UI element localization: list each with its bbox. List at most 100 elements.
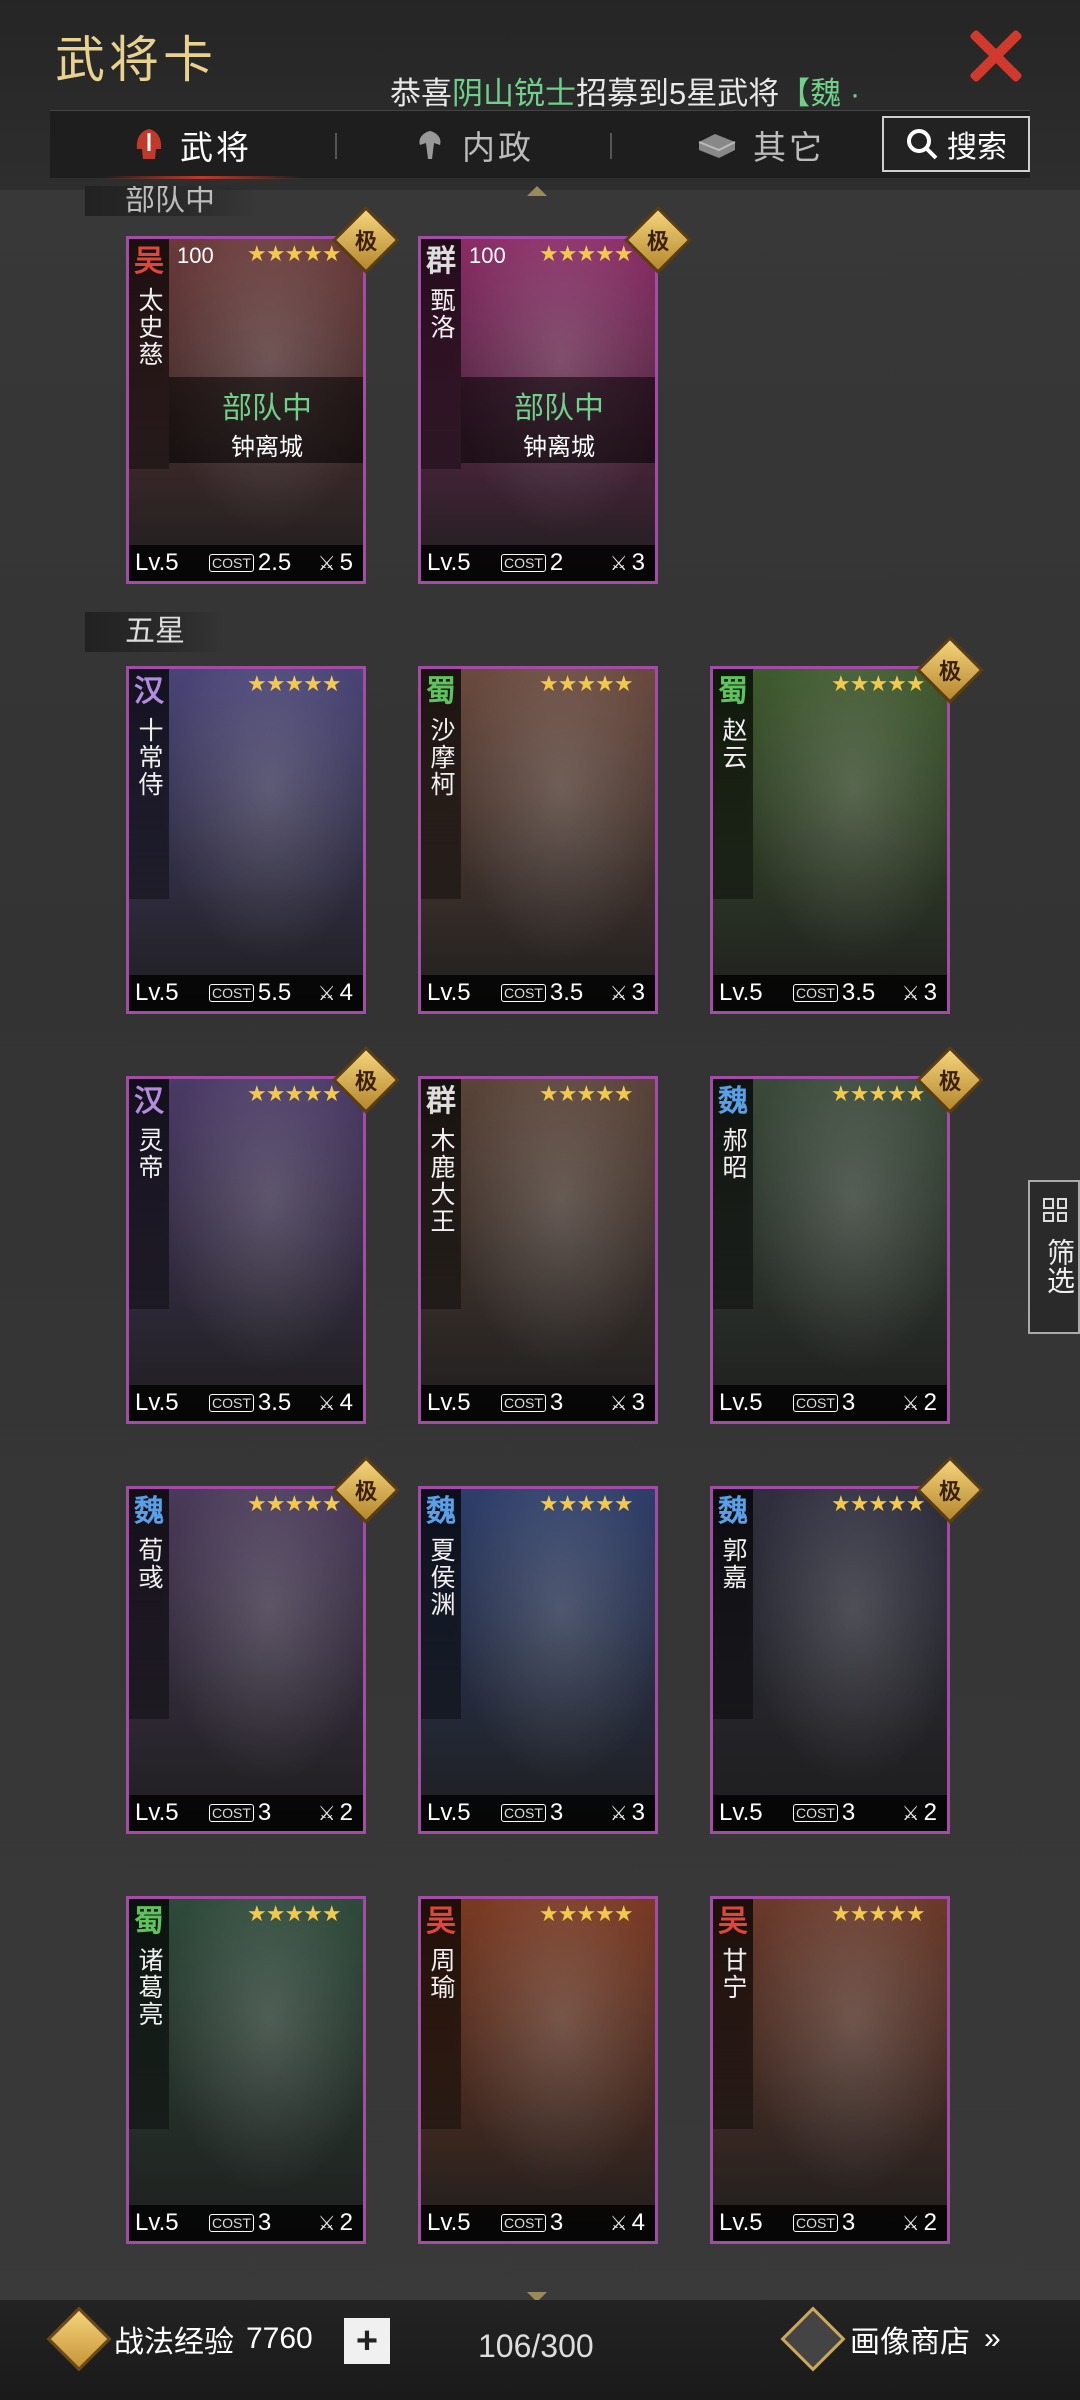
search-button[interactable]: 搜索 xyxy=(882,116,1030,172)
general-card[interactable]: 魏郝昭 ★★★★★ Lv.5 COST 3 ⚔ 2 xyxy=(710,1076,950,1424)
card-info-bar: Lv.5 COST 2.5 ⚔ 5 xyxy=(129,545,363,581)
cost-icon: COST xyxy=(793,2214,838,2232)
level-label: Lv.5 xyxy=(427,1389,471,1416)
deployed-status: 部队中 xyxy=(514,392,604,425)
filter-button[interactable]: 筛选 xyxy=(1028,1180,1080,1334)
star-rating: ★★★★★ xyxy=(247,1491,342,1516)
cost-icon: COST xyxy=(209,1804,254,1822)
troop-type-icon: ⚔ xyxy=(317,982,336,1005)
tab-other[interactable]: 其它 xyxy=(695,111,825,179)
cost-icon: COST xyxy=(793,1394,838,1412)
cost-value: 3 xyxy=(549,2209,564,2236)
general-card[interactable]: 群甄洛 100 ★★★★★ 部队中 钟离城 Lv.5 COST 2 ⚔ 3 xyxy=(418,236,658,584)
general-card[interactable]: 吴甘宁 ★★★★★ Lv.5 COST 3 ⚔ 2 xyxy=(710,1896,950,2244)
cost-box: COST 5.5 xyxy=(209,979,291,1007)
cost-icon: COST xyxy=(209,2214,254,2232)
tab-generals[interactable]: 武将 xyxy=(102,111,302,179)
general-card[interactable]: 蜀诸葛亮 ★★★★★ Lv.5 COST 3 ⚔ 2 xyxy=(126,1896,366,2244)
faction-badge: 蜀 xyxy=(134,1905,164,1938)
section-deployed-header: 部队中 xyxy=(85,186,255,216)
arms-box: ⚔ 3 xyxy=(610,979,645,1007)
tab-internal-affairs-label: 内政 xyxy=(462,129,534,166)
level-label: Lv.5 xyxy=(427,979,471,1006)
name-column: 群木鹿大王 xyxy=(421,1079,461,1309)
arms-value: 2 xyxy=(339,1799,353,1826)
filter-label: 筛选 xyxy=(1044,1238,1075,1294)
cost-icon: COST xyxy=(501,2214,546,2232)
extreme-label: 极 xyxy=(938,1069,961,1094)
cost-box: COST 2 xyxy=(501,549,563,577)
general-card[interactable]: 汉十常侍 ★★★★★ Lv.5 COST 5.5 ⚔ 4 xyxy=(126,666,366,1014)
general-card[interactable]: 吴周瑜 ★★★★★ Lv.5 COST 3 ⚔ 4 xyxy=(418,1896,658,2244)
arms-box: ⚔ 2 xyxy=(902,1389,937,1417)
general-name: 夏侯渊 xyxy=(427,1537,455,1618)
star-rating: ★★★★★ xyxy=(539,1901,634,1926)
cost-value: 3.5 xyxy=(257,1389,292,1416)
general-card[interactable]: 蜀沙摩柯 ★★★★★ Lv.5 COST 3.5 ⚔ 3 xyxy=(418,666,658,1014)
cost-icon: COST xyxy=(501,984,546,1002)
general-card[interactable]: 魏荀彧 ★★★★★ Lv.5 COST 3 ⚔ 2 xyxy=(126,1486,366,1834)
card-info-bar: Lv.5 COST 3.5 ⚔ 3 xyxy=(713,975,947,1011)
arms-value: 4 xyxy=(631,2209,645,2236)
card-info-bar: Lv.5 COST 3 ⚔ 2 xyxy=(713,1385,947,1421)
general-card[interactable]: 群木鹿大王 ★★★★★ Lv.5 COST 3 ⚔ 3 xyxy=(418,1076,658,1424)
general-card[interactable]: 魏郭嘉 ★★★★★ Lv.5 COST 3 ⚔ 2 xyxy=(710,1486,950,1834)
troop-type-icon: ⚔ xyxy=(901,2212,920,2235)
name-column: 汉十常侍 xyxy=(129,669,169,899)
general-card[interactable]: 魏夏侯渊 ★★★★★ Lv.5 COST 3 ⚔ 3 xyxy=(418,1486,658,1834)
card-info-bar: Lv.5 COST 3 ⚔ 2 xyxy=(129,2205,363,2241)
level-label: Lv.5 xyxy=(719,1389,763,1416)
arms-box: ⚔ 2 xyxy=(902,2209,937,2237)
name-column: 魏郭嘉 xyxy=(713,1489,753,1719)
card-info-bar: Lv.5 COST 3 ⚔ 3 xyxy=(421,1795,655,1831)
faction-badge: 群 xyxy=(426,1085,456,1118)
cost-box: COST 2.5 xyxy=(209,549,291,577)
cost-box: COST 3.5 xyxy=(209,1389,291,1417)
level-label: Lv.5 xyxy=(719,2209,763,2236)
troop-type-icon: ⚔ xyxy=(609,982,628,1005)
arms-value: 2 xyxy=(923,1389,937,1416)
general-name: 赵云 xyxy=(719,717,747,771)
level-label: Lv.5 xyxy=(135,2209,179,2236)
arms-box: ⚔ 4 xyxy=(610,2209,645,2237)
general-card[interactable]: 吴太史慈 100 ★★★★★ 部队中 钟离城 Lv.5 COST 2.5 ⚔ 5 xyxy=(126,236,366,584)
arms-box: ⚔ 3 xyxy=(610,1389,645,1417)
deployed-overlay: 部队中 钟离城 xyxy=(169,377,363,463)
card-info-bar: Lv.5 COST 3 ⚔ 2 xyxy=(129,1795,363,1831)
faction-badge: 群 xyxy=(426,245,456,278)
tab-other-label: 其它 xyxy=(753,129,825,166)
general-name: 十常侍 xyxy=(135,717,163,798)
arms-box: ⚔ 5 xyxy=(318,549,353,577)
faction-badge: 蜀 xyxy=(426,675,456,708)
name-column: 蜀诸葛亮 xyxy=(129,1899,169,2129)
cost-box: COST 3 xyxy=(209,1799,271,1827)
page-title: 武将卡 xyxy=(55,31,217,89)
arms-box: ⚔ 2 xyxy=(318,2209,353,2237)
arms-value: 4 xyxy=(339,979,353,1006)
level-label: Lv.5 xyxy=(427,549,471,576)
cost-box: COST 3.5 xyxy=(793,979,875,1007)
card-info-bar: Lv.5 COST 3 ⚔ 2 xyxy=(713,2205,947,2241)
card-info-bar: Lv.5 COST 2 ⚔ 3 xyxy=(421,545,655,581)
troop-type-icon: ⚔ xyxy=(901,982,920,1005)
general-card[interactable]: 蜀赵云 ★★★★★ Lv.5 COST 3.5 ⚔ 3 xyxy=(710,666,950,1014)
add-exp-button[interactable]: + xyxy=(344,2318,390,2364)
portrait-shop-button[interactable]: 画像商店 » xyxy=(780,2306,1001,2372)
close-icon[interactable] xyxy=(965,25,1025,85)
grid-icon xyxy=(1043,1198,1067,1222)
general-card[interactable]: 汉灵帝 ★★★★★ Lv.5 COST 3.5 ⚔ 4 xyxy=(126,1076,366,1424)
exp-label: 战法经验 xyxy=(114,2326,234,2359)
general-name: 甄洛 xyxy=(427,287,455,341)
faction-badge: 吴 xyxy=(426,1905,456,1938)
faction-badge: 汉 xyxy=(134,1085,164,1118)
name-column: 魏荀彧 xyxy=(129,1489,169,1719)
arms-value: 3 xyxy=(923,979,937,1006)
cost-box: COST 3 xyxy=(209,2209,271,2237)
level-label: Lv.5 xyxy=(427,1799,471,1826)
tab-internal-affairs[interactable]: 内政 xyxy=(412,111,534,179)
card-info-bar: Lv.5 COST 3 ⚔ 3 xyxy=(421,1385,655,1421)
exp-value: 7760 xyxy=(246,2322,313,2355)
cost-value: 3 xyxy=(549,1389,564,1416)
cost-icon: COST xyxy=(501,1804,546,1822)
cost-box: COST 3.5 xyxy=(501,979,583,1007)
